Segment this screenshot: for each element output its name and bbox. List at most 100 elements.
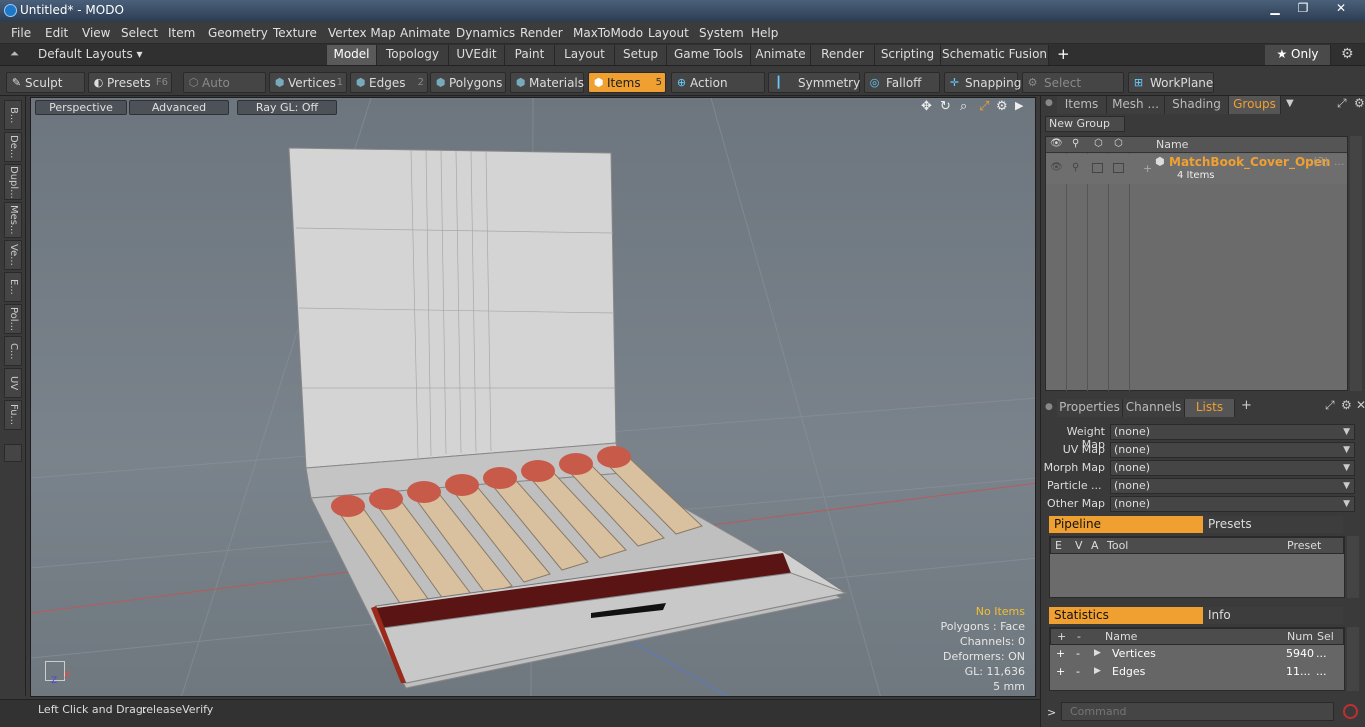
only-button[interactable]: ★ Only [1265, 45, 1331, 65]
edges-button[interactable]: ⬢ Edges 2 [350, 72, 428, 93]
workplane-button[interactable]: ⊞ WorkPlane [1128, 72, 1214, 93]
menu-layout[interactable]: Layout [648, 26, 689, 40]
remove-stat-button[interactable]: - [1076, 647, 1080, 660]
tab-uvedit[interactable]: UVEdit [449, 45, 505, 65]
gear-icon[interactable]: ⚙ [1341, 46, 1354, 62]
expand-panel-icon[interactable]: ⤢ [1337, 96, 1347, 111]
symmetry-button[interactable]: ┃ Symmetry [768, 72, 860, 93]
snapping-button[interactable]: ✛ Snapping [944, 72, 1021, 93]
menu-dynamics[interactable]: Dynamics [456, 26, 515, 40]
tab-schematic-fusion[interactable]: Schematic Fusion [941, 45, 1049, 65]
row-select-checkbox[interactable] [1113, 163, 1124, 173]
group-row[interactable]: 👁 ⚲ + ⬢ MatchBook_Cover_Open (3) ... 4 I… [1046, 154, 1347, 184]
menu-file[interactable]: File [11, 26, 31, 40]
lock-icon[interactable]: ⚲ [1072, 138, 1079, 149]
add-stat-button[interactable]: + [1056, 647, 1065, 660]
statistics-scrollbar[interactable] [1347, 627, 1359, 691]
add-stat-button[interactable]: + [1056, 665, 1065, 678]
tab-paint[interactable]: Paint [505, 45, 555, 65]
menu-animate[interactable]: Animate [400, 26, 450, 40]
morph-map-select[interactable]: (none) ▼ [1110, 460, 1355, 476]
table-row[interactable]: + - ▶ Vertices 5940 ... [1050, 646, 1344, 664]
pipeline-list[interactable]: E V A Tool Preset [1049, 536, 1345, 598]
left-tab-edge[interactable]: E... [4, 272, 22, 302]
panel-settings-icon[interactable]: ⚙ [1354, 96, 1365, 110]
remove-stat-button[interactable]: - [1076, 665, 1080, 678]
props-close-icon[interactable]: ✕ [1356, 398, 1365, 412]
groups-tab-menu-icon[interactable]: ▼ [1286, 98, 1294, 109]
rotate-icon[interactable]: ↻ [940, 99, 951, 114]
auto-select-button[interactable]: ⬡Auto Select [183, 72, 266, 110]
pipeline-scrollbar[interactable] [1347, 536, 1359, 598]
row-render-checkbox[interactable] [1092, 163, 1103, 173]
tab-items[interactable]: Items [1057, 96, 1107, 114]
record-icon[interactable] [1343, 704, 1358, 719]
sculpt-button[interactable]: ✎ Sculpt [6, 72, 85, 93]
tab-render[interactable]: Render [811, 45, 875, 65]
close-button[interactable]: ✕ [1326, 0, 1356, 18]
props-settings-icon[interactable]: ⚙ [1341, 398, 1352, 412]
add-props-tab-button[interactable]: + [1241, 398, 1252, 413]
select-icon[interactable]: ⬡ [1114, 138, 1123, 149]
tab-shading[interactable]: Shading [1165, 96, 1229, 114]
items-button[interactable]: ⬢ Items 5 [588, 72, 666, 93]
3d-viewport[interactable]: Perspective Advanced Ray GL: Off ✥ ↻ ⌕ ⤢… [30, 97, 1036, 697]
left-tab-duplicate[interactable]: Dupl... [4, 164, 22, 200]
tab-channels[interactable]: Channels [1123, 399, 1185, 417]
left-tab-basic[interactable]: B... [4, 100, 22, 130]
default-layouts-dropdown[interactable]: Default Layouts ▾ [38, 47, 143, 61]
left-tab-uv[interactable]: UV [4, 368, 22, 398]
expand-props-icon[interactable]: ⤢ [1325, 398, 1335, 413]
pipeline-tab[interactable]: Pipeline [1049, 516, 1203, 533]
command-input[interactable] [1061, 702, 1334, 721]
left-tab-deform[interactable]: De... [4, 132, 22, 162]
left-tab-more[interactable] [4, 444, 22, 462]
menu-edit[interactable]: Edit [45, 26, 68, 40]
table-row[interactable]: + - ▶ Edges 11... ... [1050, 664, 1344, 682]
presets-button[interactable]: ◐ Presets F6 [88, 72, 172, 93]
tab-properties[interactable]: Properties [1057, 399, 1123, 417]
tab-animate[interactable]: Animate [751, 45, 811, 65]
viewport-menu-icon[interactable]: ▶ [1015, 99, 1023, 112]
layout-expand-icon[interactable]: ⏶ [10, 47, 19, 61]
menu-texture[interactable]: Texture [273, 26, 317, 40]
left-tab-mesh-edit[interactable]: Mes... [4, 202, 22, 238]
tab-groups[interactable]: Groups [1229, 96, 1281, 114]
new-group-button[interactable]: New Group [1045, 116, 1125, 132]
left-tab-vertex[interactable]: Ve... [4, 240, 22, 270]
polygons-button[interactable]: ⬢ Polygons [430, 72, 506, 93]
perspective-dropdown[interactable]: Perspective [35, 100, 127, 115]
uv-map-select[interactable]: (none) ▼ [1110, 442, 1355, 458]
other-map-select[interactable]: (none) ▼ [1110, 496, 1355, 512]
left-tab-curve[interactable]: C... [4, 336, 22, 366]
viewport-settings-icon[interactable]: ⚙ [996, 99, 1008, 114]
menu-item[interactable]: Item [168, 26, 195, 40]
menu-help[interactable]: Help [751, 26, 778, 40]
vertices-button[interactable]: ⬢ Vertices 1 [269, 72, 347, 93]
tab-topology[interactable]: Topology [377, 45, 449, 65]
tab-game-tools[interactable]: Game Tools [667, 45, 751, 65]
statistics-tab[interactable]: Statistics [1049, 607, 1203, 624]
menu-view[interactable]: View [82, 26, 110, 40]
pan-icon[interactable]: ✥ [921, 99, 932, 114]
left-tab-polygon[interactable]: Pol... [4, 304, 22, 334]
falloff-button[interactable]: ◎ Falloff [864, 72, 940, 93]
add-tab-button[interactable]: + [1057, 45, 1070, 63]
select-through-button[interactable]: ⚙Select Through [1022, 72, 1124, 110]
fit-view-icon[interactable]: ⤢ [979, 99, 989, 114]
particle-select[interactable]: (none) ▼ [1110, 478, 1355, 494]
shading-mode-dropdown[interactable]: Advanced [129, 100, 229, 115]
row-lock-icon[interactable]: ⚲ [1072, 162, 1079, 173]
statistics-list[interactable]: + - Name Num Sel + - ▶ Vertices 5940 ...… [1049, 627, 1345, 691]
presets-tab[interactable]: Presets [1203, 516, 1343, 533]
raygl-toggle[interactable]: Ray GL: Off [237, 100, 337, 115]
visibility-icon[interactable]: 👁 [1050, 138, 1063, 149]
zoom-icon[interactable]: ⌕ [960, 99, 967, 114]
menu-geometry[interactable]: Geometry [208, 26, 268, 40]
weight-map-select[interactable]: (none) ▼ [1110, 424, 1355, 440]
menu-system[interactable]: System [699, 26, 744, 40]
menu-select[interactable]: Select [121, 26, 158, 40]
groups-scrollbar[interactable] [1350, 136, 1362, 391]
render-icon[interactable]: ⬡ [1094, 138, 1103, 149]
tab-model[interactable]: Model [327, 45, 377, 65]
